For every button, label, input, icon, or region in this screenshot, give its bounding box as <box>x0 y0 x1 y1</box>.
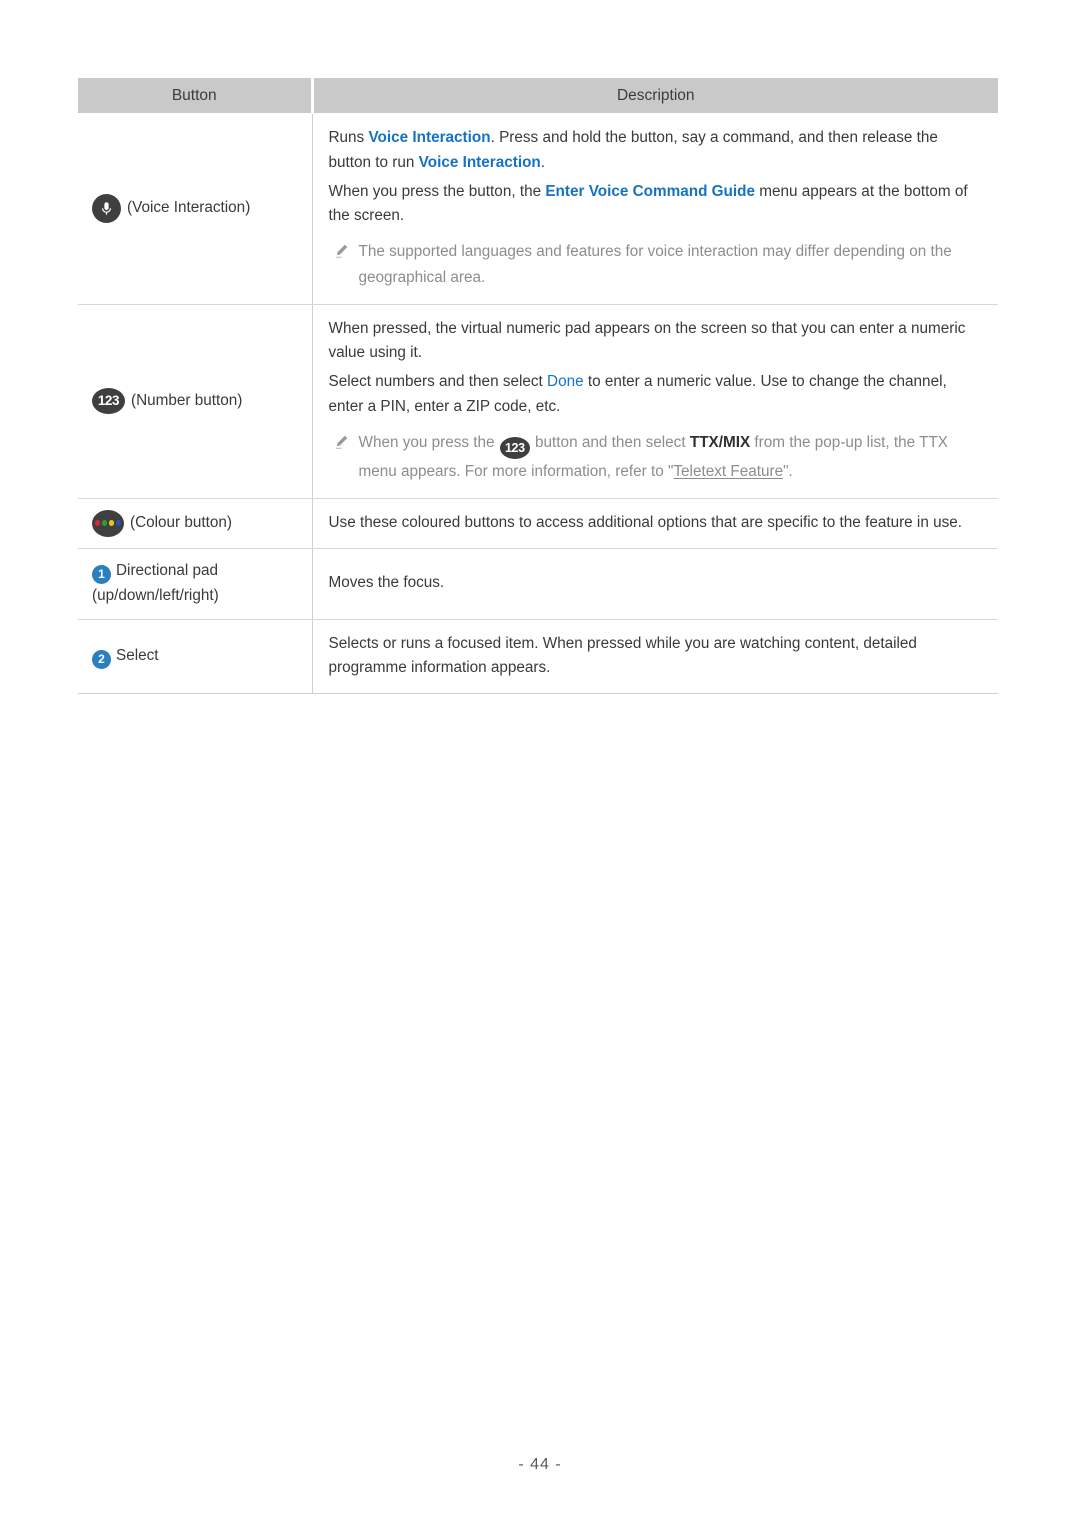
table-header-row: Button Description <box>78 78 998 114</box>
description-cell-directional-pad: Moves the focus. <box>312 547 998 620</box>
note-text: ". <box>783 463 793 481</box>
note-paragraph: The supported languages and features for… <box>329 239 983 292</box>
table-row: (Colour button) Use these coloured butto… <box>78 497 998 549</box>
text-segment: When you press the button, the <box>328 182 546 200</box>
link-teletext-feature[interactable]: Teletext Feature <box>673 463 783 480</box>
table-row: 1 Directional pad (up/down/left/right) Mo… <box>78 547 998 620</box>
number-123-icon: 123 <box>92 388 125 415</box>
note-paragraph: When you press the 123 button and then s… <box>329 430 983 486</box>
badge-1-icon: 1 <box>92 564 111 584</box>
button-label: (Voice Interaction) <box>127 199 251 217</box>
description-paragraph: Selects or runs a focused item. When pre… <box>328 634 917 677</box>
description-paragraph: Select numbers and then select Done to e… <box>329 370 983 420</box>
description-paragraph: Runs Voice Interaction. Press and hold t… <box>329 126 983 176</box>
text-segment: Runs <box>328 129 369 146</box>
link-voice-interaction-2[interactable]: Voice Interaction <box>419 154 541 171</box>
badge-2-icon: 2 <box>92 649 111 669</box>
description-paragraph: Moves the focus. <box>328 574 445 592</box>
note-bold-ttx-mix: TTX/MIX <box>689 433 751 451</box>
text-segment: Select numbers and then select <box>328 373 548 391</box>
link-done[interactable]: Done <box>547 373 584 390</box>
button-cell-number: 123 (Number button) <box>78 303 313 499</box>
link-enter-voice-command-guide[interactable]: Enter Voice Command Guide <box>545 183 755 200</box>
description-cell-select: Selects or runs a focused item. When pre… <box>312 618 998 695</box>
description-cell-number: When pressed, the virtual numeric pad ap… <box>312 303 998 499</box>
button-label: (Number button) <box>131 391 243 409</box>
red-dot-icon <box>94 520 101 526</box>
button-label: (Colour button) <box>130 513 233 531</box>
yellow-dot-icon <box>108 520 115 526</box>
document-page: Button Description (Voice Interaction) R… <box>0 0 1080 1527</box>
button-cell-colour: (Colour button) <box>78 497 313 549</box>
button-cell-directional-pad: 1 Directional pad (up/down/left/right) <box>78 547 313 620</box>
note-text: button and then select <box>530 433 690 451</box>
table-row: 2 Select Selects or runs a focused item. … <box>78 618 998 695</box>
column-header-button: Button <box>78 78 314 114</box>
pencil-icon <box>333 242 349 258</box>
description-paragraph: When pressed, the virtual numeric pad ap… <box>328 319 966 362</box>
green-dot-icon <box>101 520 108 526</box>
description-cell-colour: Use these coloured buttons to access add… <box>312 497 998 549</box>
table-row: 123 (Number button) When pressed, the vi… <box>78 303 998 499</box>
pencil-icon <box>333 433 349 449</box>
note-text: When you press the <box>358 433 499 451</box>
table-body: (Voice Interaction) Runs Voice Interacti… <box>78 113 998 695</box>
microphone-icon <box>92 194 121 224</box>
button-label: Directional pad (up/down/left/right) <box>92 561 219 604</box>
description-paragraph: Use these coloured buttons to access add… <box>328 513 963 531</box>
blue-dot-icon <box>115 520 122 526</box>
table-header: Button Description <box>78 78 998 114</box>
table-row: (Voice Interaction) Runs Voice Interacti… <box>78 113 998 305</box>
number-123-icon-inline: 123 <box>499 437 530 460</box>
note-text: The supported languages and features for… <box>358 243 952 287</box>
colour-buttons-icon <box>92 509 124 537</box>
button-cell-select: 2 Select <box>78 618 313 695</box>
text-segment: . <box>540 153 546 171</box>
button-label: Select <box>116 646 159 664</box>
page-number: - 44 - <box>518 1456 562 1473</box>
description-paragraph: When you press the button, the Enter Voi… <box>329 180 983 230</box>
remote-button-table: Button Description (Voice Interaction) R… <box>78 78 998 695</box>
button-cell-voice-interaction: (Voice Interaction) <box>78 113 313 305</box>
column-header-description: Description <box>312 78 998 114</box>
description-cell-voice-interaction: Runs Voice Interaction. Press and hold t… <box>312 113 998 305</box>
link-voice-interaction[interactable]: Voice Interaction <box>368 129 490 146</box>
